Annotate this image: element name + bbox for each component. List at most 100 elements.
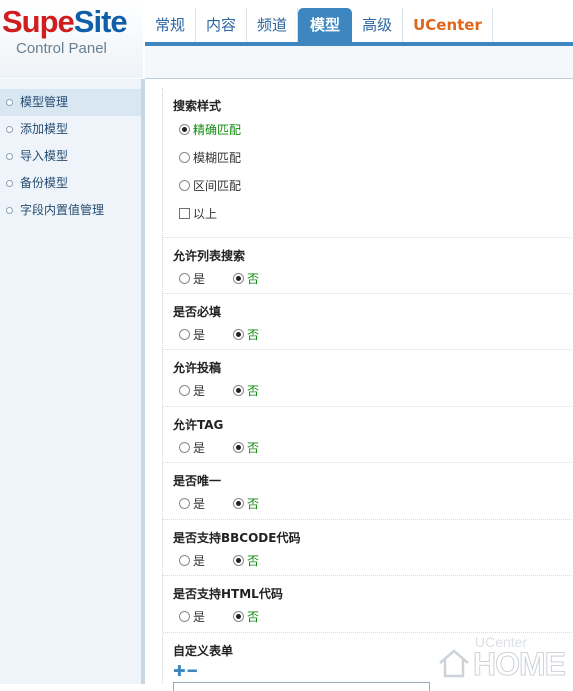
option-row: 是否 [173, 265, 573, 291]
tab-content[interactable]: 内容 [196, 8, 248, 42]
field-label: 是否唯一 [173, 474, 222, 488]
field-label: 是否必填 [173, 305, 222, 319]
option-row: 是否 [173, 547, 573, 573]
radio-yes[interactable]: 是 [173, 439, 205, 456]
radio-no[interactable]: 否 [227, 608, 259, 625]
radio-no[interactable]: 否 [227, 439, 259, 456]
option-label: 是 [193, 327, 206, 342]
field-yes-no: 是否必填是否 [163, 294, 573, 350]
field-yes-no: 允许TAG 是否 [163, 407, 573, 463]
radio-no[interactable]: 否 [227, 552, 259, 569]
checkbox-icon [179, 207, 190, 219]
yes-no-fields: 允许列表搜索是否是否必填是否允许投稿是否允许TAG 是否是否唯一是否是否支持BBC… [163, 238, 573, 633]
tab-advanced[interactable]: 高级 [352, 8, 404, 42]
sidebar: 模型管理 添加模型 导入模型 备份模型 字段内置值管理 [0, 79, 145, 684]
field-label: 是否支持HTML代码 [173, 587, 283, 601]
radio-icon [179, 497, 190, 509]
option-label: 模糊匹配 [193, 150, 242, 165]
sidebar-item-backup-model[interactable]: 备份模型 [0, 170, 141, 197]
field-yes-no: 是否支持BBCODE代码是否 [163, 520, 573, 576]
option-label: 否 [247, 271, 260, 286]
bullet-icon [6, 180, 13, 187]
sidebar-item-label: 导入模型 [20, 149, 69, 163]
sidebar-item-label: 字段内置值管理 [20, 203, 105, 217]
custom-form-box[interactable] [173, 682, 430, 691]
field-yes-no: 是否支持HTML代码是 否 [163, 576, 573, 633]
tab-ucenter[interactable]: UCenter [403, 8, 493, 42]
radio-range-match[interactable]: 区间匹配 [173, 177, 241, 194]
tab-model[interactable]: 模型 [298, 8, 353, 42]
radio-icon [233, 610, 245, 622]
field-label: 是否支持BBCODE代码 [173, 531, 301, 545]
tab-channel[interactable]: 频道 [247, 8, 299, 42]
bullet-icon [6, 126, 13, 133]
radio-icon [179, 384, 190, 396]
field-label: 允许TAG [173, 418, 224, 432]
sidebar-item-add-model[interactable]: 添加模型 [0, 116, 141, 143]
option-label: 是 [193, 553, 206, 568]
logo-brand: SupeSite [2, 4, 128, 40]
sidebar-item-label: 模型管理 [20, 95, 69, 109]
sidebar-item-label: 添加模型 [20, 122, 69, 136]
option-row: 区间匹配 [173, 171, 573, 199]
radio-icon [233, 497, 245, 509]
option-label: 是 [193, 440, 206, 455]
field-label: 搜索样式 [173, 99, 222, 113]
option-label: 是 [193, 609, 206, 624]
option-label: 是 [193, 383, 206, 398]
option-label: 是 [193, 496, 206, 511]
radio-no[interactable]: 否 [227, 382, 259, 399]
logo: SupeSite Control Panel [0, 0, 143, 78]
option-row: 是否 [173, 321, 573, 347]
radio-no[interactable]: 否 [227, 326, 259, 343]
option-row: 模糊匹配 [173, 143, 573, 171]
radio-exact-match[interactable]: 精确匹配 [173, 121, 241, 138]
sub-toolbar [145, 46, 573, 79]
sidebar-item-import-model[interactable]: 导入模型 [0, 143, 141, 170]
radio-yes[interactable]: 是 [173, 326, 205, 343]
option-label: 否 [247, 553, 260, 568]
radio-icon [233, 441, 245, 453]
sidebar-item-label: 备份模型 [20, 176, 69, 190]
minus-icon[interactable]: ━ [188, 664, 197, 679]
option-row: 是否 [173, 490, 573, 516]
radio-no[interactable]: 否 [227, 270, 259, 287]
option-row: 是否 [173, 434, 573, 460]
option-label: 否 [247, 327, 260, 342]
option-label: 否 [247, 496, 260, 511]
option-label: 否 [247, 383, 260, 398]
radio-unchecked-icon [179, 179, 190, 191]
plus-icon[interactable]: ✚ [173, 664, 186, 679]
radio-icon [233, 328, 245, 340]
radio-yes[interactable]: 是 [173, 495, 205, 512]
option-label: 区间匹配 [193, 178, 242, 193]
checkbox-above[interactable]: 以上 [173, 205, 217, 222]
radio-icon [179, 328, 190, 340]
option-label: 否 [247, 609, 260, 624]
tab-general[interactable]: 常规 [145, 8, 197, 42]
logo-subtitle: Control Panel [16, 40, 107, 57]
field-search-style: 搜索样式 精确匹配 模糊匹配 区间匹配 以上 [163, 88, 573, 238]
option-label: 是 [193, 271, 206, 286]
sidebar-item-field-values[interactable]: 字段内置值管理 [0, 197, 141, 224]
radio-yes[interactable]: 是 [173, 270, 205, 287]
header: SupeSite Control Panel 常规 内容 频道 模型 高级 UC… [0, 0, 573, 78]
logo-brand-part2: Site [73, 4, 128, 39]
field-yes-no: 允许列表搜索是否 [163, 238, 573, 294]
bullet-icon [6, 99, 13, 106]
sidebar-item-model-manage[interactable]: 模型管理 [0, 89, 141, 116]
radio-yes[interactable]: 是 [173, 552, 205, 569]
main-form: 搜索样式 精确匹配 模糊匹配 区间匹配 以上 允许列表搜索是否是否必填是否允许投… [162, 88, 573, 691]
radio-yes[interactable]: 是 [173, 608, 205, 625]
option-row: 是否 [173, 377, 573, 403]
radio-yes[interactable]: 是 [173, 382, 205, 399]
radio-fuzzy-match[interactable]: 模糊匹配 [173, 149, 241, 166]
radio-icon [179, 272, 190, 284]
option-label: 精确匹配 [193, 122, 242, 137]
field-yes-no: 是否唯一是否 [163, 463, 573, 520]
radio-checked-icon [179, 123, 190, 135]
radio-no[interactable]: 否 [227, 495, 259, 512]
field-yes-no: 允许投稿是否 [163, 350, 573, 407]
radio-icon [179, 610, 190, 622]
watermark-big: HOME [473, 646, 567, 683]
